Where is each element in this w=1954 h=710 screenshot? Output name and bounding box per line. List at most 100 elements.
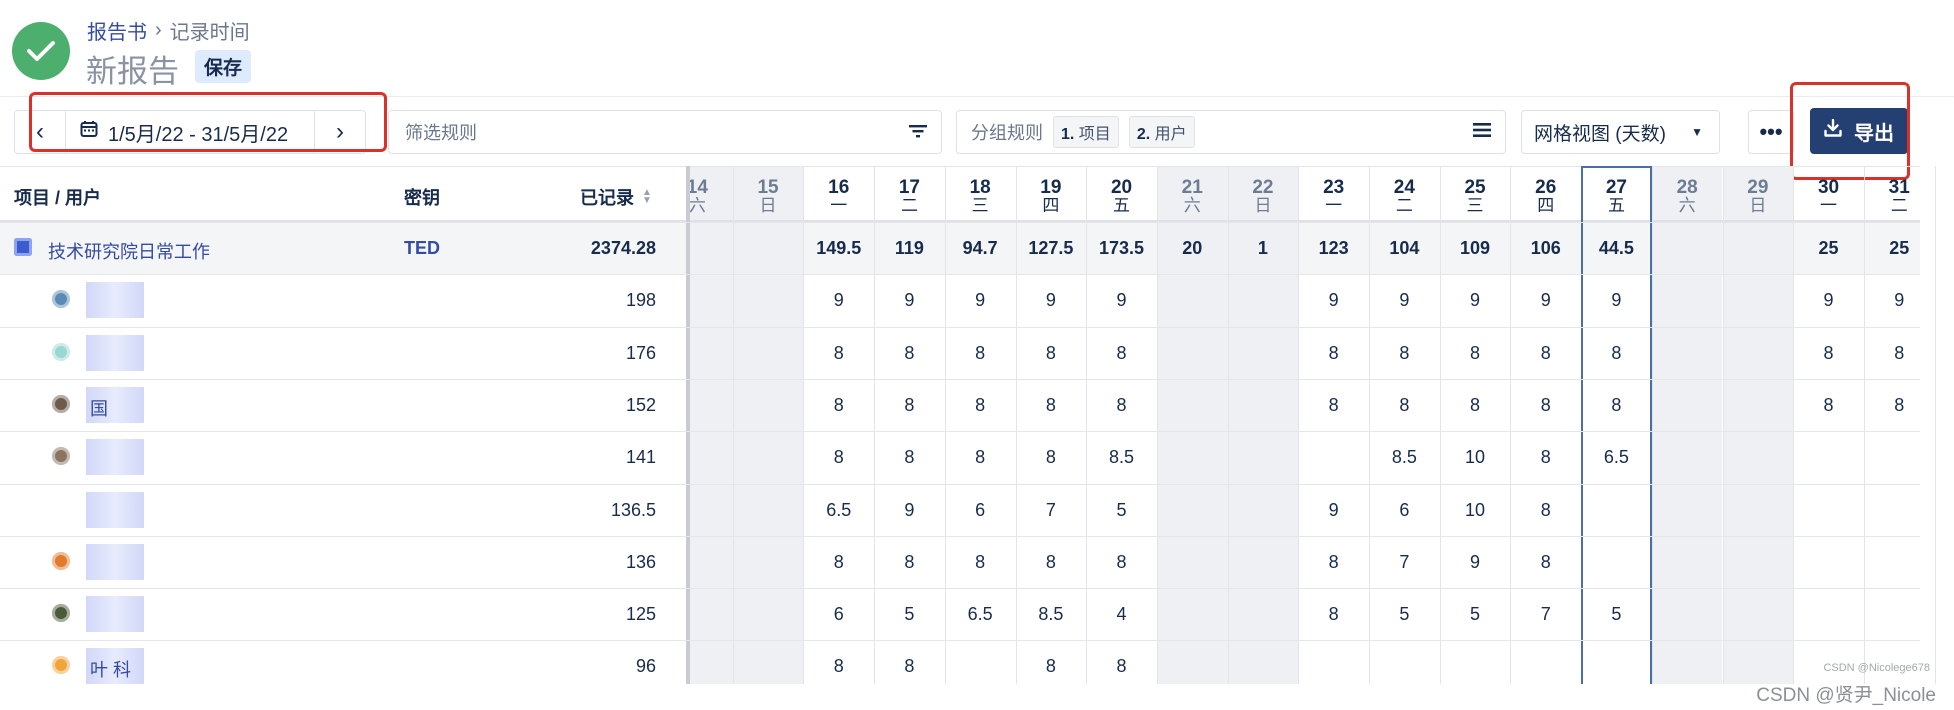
- user-day-hours[interactable]: 5: [1369, 604, 1440, 625]
- user-day-hours[interactable]: 8: [874, 656, 945, 677]
- user-day-hours[interactable]: 8: [1793, 395, 1864, 416]
- save-button[interactable]: 保存: [195, 50, 252, 83]
- day-header-number: 23: [1323, 177, 1345, 198]
- user-day-hours[interactable]: 5: [1440, 604, 1511, 625]
- user-day-hours[interactable]: 6: [1369, 500, 1440, 521]
- user-day-hours[interactable]: 8: [874, 552, 945, 573]
- user-day-hours[interactable]: 9: [1298, 290, 1369, 311]
- user-day-hours[interactable]: 8: [945, 395, 1016, 416]
- user-day-hours[interactable]: 8: [1510, 447, 1581, 468]
- user-day-hours[interactable]: 9: [1440, 552, 1511, 573]
- view-select[interactable]: 网格视图 (天数) ▼: [1521, 110, 1720, 154]
- day-header-weekday: 日: [1254, 196, 1272, 215]
- user-avatar: [52, 656, 70, 675]
- user-day-hours[interactable]: 8: [1298, 604, 1369, 625]
- user-day-hours[interactable]: 8: [874, 395, 945, 416]
- user-day-hours[interactable]: 5: [1581, 604, 1652, 625]
- user-day-hours[interactable]: 8: [945, 447, 1016, 468]
- user-day-hours[interactable]: 8.5: [1016, 604, 1087, 625]
- user-day-hours[interactable]: 9: [874, 290, 945, 311]
- user-day-hours[interactable]: 8: [1086, 656, 1157, 677]
- user-day-hours[interactable]: 8: [1016, 395, 1087, 416]
- user-day-hours[interactable]: 8: [1581, 395, 1652, 416]
- user-day-hours[interactable]: 9: [1016, 290, 1087, 311]
- user-day-hours[interactable]: 7: [1016, 500, 1087, 521]
- user-day-hours[interactable]: 9: [1864, 290, 1935, 311]
- user-day-hours[interactable]: 8: [803, 395, 874, 416]
- grid-row-line: [0, 640, 1920, 642]
- user-day-hours[interactable]: 8: [1864, 395, 1935, 416]
- user-day-hours[interactable]: 8: [1016, 656, 1087, 677]
- user-day-hours[interactable]: 8: [803, 656, 874, 677]
- user-day-hours[interactable]: 8: [1086, 552, 1157, 573]
- day-header-number: 16: [828, 177, 850, 198]
- user-day-hours[interactable]: 6: [945, 500, 1016, 521]
- user-day-hours[interactable]: 9: [1510, 290, 1581, 311]
- user-day-hours[interactable]: 9: [874, 500, 945, 521]
- user-day-hours[interactable]: 8: [945, 552, 1016, 573]
- group-chip-user[interactable]: 2. 用户: [1128, 116, 1195, 148]
- user-day-hours[interactable]: 8: [1086, 395, 1157, 416]
- user-day-hours[interactable]: 9: [1793, 290, 1864, 311]
- weekend-column-shade: [1651, 166, 1723, 684]
- user-day-hours[interactable]: 8: [1016, 552, 1087, 573]
- user-day-hours[interactable]: 8: [1086, 343, 1157, 364]
- user-day-hours[interactable]: 8: [803, 447, 874, 468]
- user-day-hours[interactable]: 8: [1016, 343, 1087, 364]
- user-day-hours[interactable]: 8.5: [1086, 447, 1157, 468]
- more-actions-button[interactable]: •••: [1748, 110, 1794, 154]
- user-day-hours[interactable]: 8: [1298, 395, 1369, 416]
- filter-rules-field[interactable]: 筛选规则: [388, 110, 942, 154]
- user-day-hours[interactable]: 9: [1369, 290, 1440, 311]
- user-day-hours[interactable]: 9: [1440, 290, 1511, 311]
- user-day-hours[interactable]: 10: [1440, 447, 1511, 468]
- user-day-hours[interactable]: 9: [1298, 500, 1369, 521]
- user-day-hours[interactable]: 8: [1369, 343, 1440, 364]
- user-day-hours[interactable]: 8: [1510, 500, 1581, 521]
- grid-row-line: [0, 222, 1920, 223]
- user-day-hours[interactable]: 8: [1581, 343, 1652, 364]
- user-day-hours[interactable]: 8: [1510, 343, 1581, 364]
- column-header-logged[interactable]: 已记录 ▲ ▼: [580, 184, 652, 210]
- user-day-hours[interactable]: 8: [1864, 343, 1935, 364]
- user-day-hours[interactable]: 8: [1016, 447, 1087, 468]
- user-day-hours[interactable]: 9: [803, 290, 874, 311]
- user-day-hours[interactable]: 6.5: [945, 604, 1016, 625]
- user-day-hours[interactable]: 8: [1440, 395, 1511, 416]
- user-day-hours[interactable]: 8: [945, 343, 1016, 364]
- user-day-hours[interactable]: 8: [803, 343, 874, 364]
- user-name-visible-fragment[interactable]: 国: [90, 395, 108, 421]
- user-name-visible-fragment[interactable]: 叶 科: [90, 656, 131, 682]
- project-name-link[interactable]: 技术研究院日常工作: [48, 238, 210, 264]
- user-day-hours[interactable]: 8: [1298, 552, 1369, 573]
- user-day-hours[interactable]: 6.5: [803, 500, 874, 521]
- user-day-hours[interactable]: 9: [1086, 290, 1157, 311]
- user-day-hours[interactable]: 8: [874, 447, 945, 468]
- group-rules-field[interactable]: 分组规则 1. 项目 2. 用户: [956, 110, 1506, 154]
- user-day-hours[interactable]: 7: [1369, 552, 1440, 573]
- user-day-hours[interactable]: 8: [803, 552, 874, 573]
- user-day-hours[interactable]: 6: [803, 604, 874, 625]
- user-day-hours[interactable]: 9: [1581, 290, 1652, 311]
- user-day-hours[interactable]: 8: [1510, 552, 1581, 573]
- group-label: 分组规则: [971, 123, 1043, 143]
- user-day-hours[interactable]: 8: [1369, 395, 1440, 416]
- user-day-hours[interactable]: 8: [1298, 343, 1369, 364]
- user-day-hours[interactable]: 10: [1440, 500, 1511, 521]
- user-day-hours[interactable]: 5: [1086, 500, 1157, 521]
- day-header-weekday: 二: [900, 196, 918, 215]
- user-day-hours[interactable]: 4: [1086, 604, 1157, 625]
- user-day-hours[interactable]: 8.5: [1369, 447, 1440, 468]
- user-day-hours[interactable]: 5: [874, 604, 945, 625]
- user-day-hours[interactable]: 8: [1510, 395, 1581, 416]
- user-day-hours[interactable]: 8: [1440, 343, 1511, 364]
- menu-lines-icon[interactable]: [1473, 122, 1491, 143]
- user-day-hours[interactable]: 6.5: [1581, 447, 1652, 468]
- user-day-hours[interactable]: 8: [874, 343, 945, 364]
- day-header-number: 31: [1888, 177, 1910, 198]
- group-chip-project[interactable]: 1. 项目: [1053, 116, 1119, 148]
- user-day-hours[interactable]: 7: [1510, 604, 1581, 625]
- user-day-hours[interactable]: 8: [1793, 343, 1864, 364]
- breadcrumb-link-reports[interactable]: 报告书: [87, 16, 147, 45]
- user-day-hours[interactable]: 9: [945, 290, 1016, 311]
